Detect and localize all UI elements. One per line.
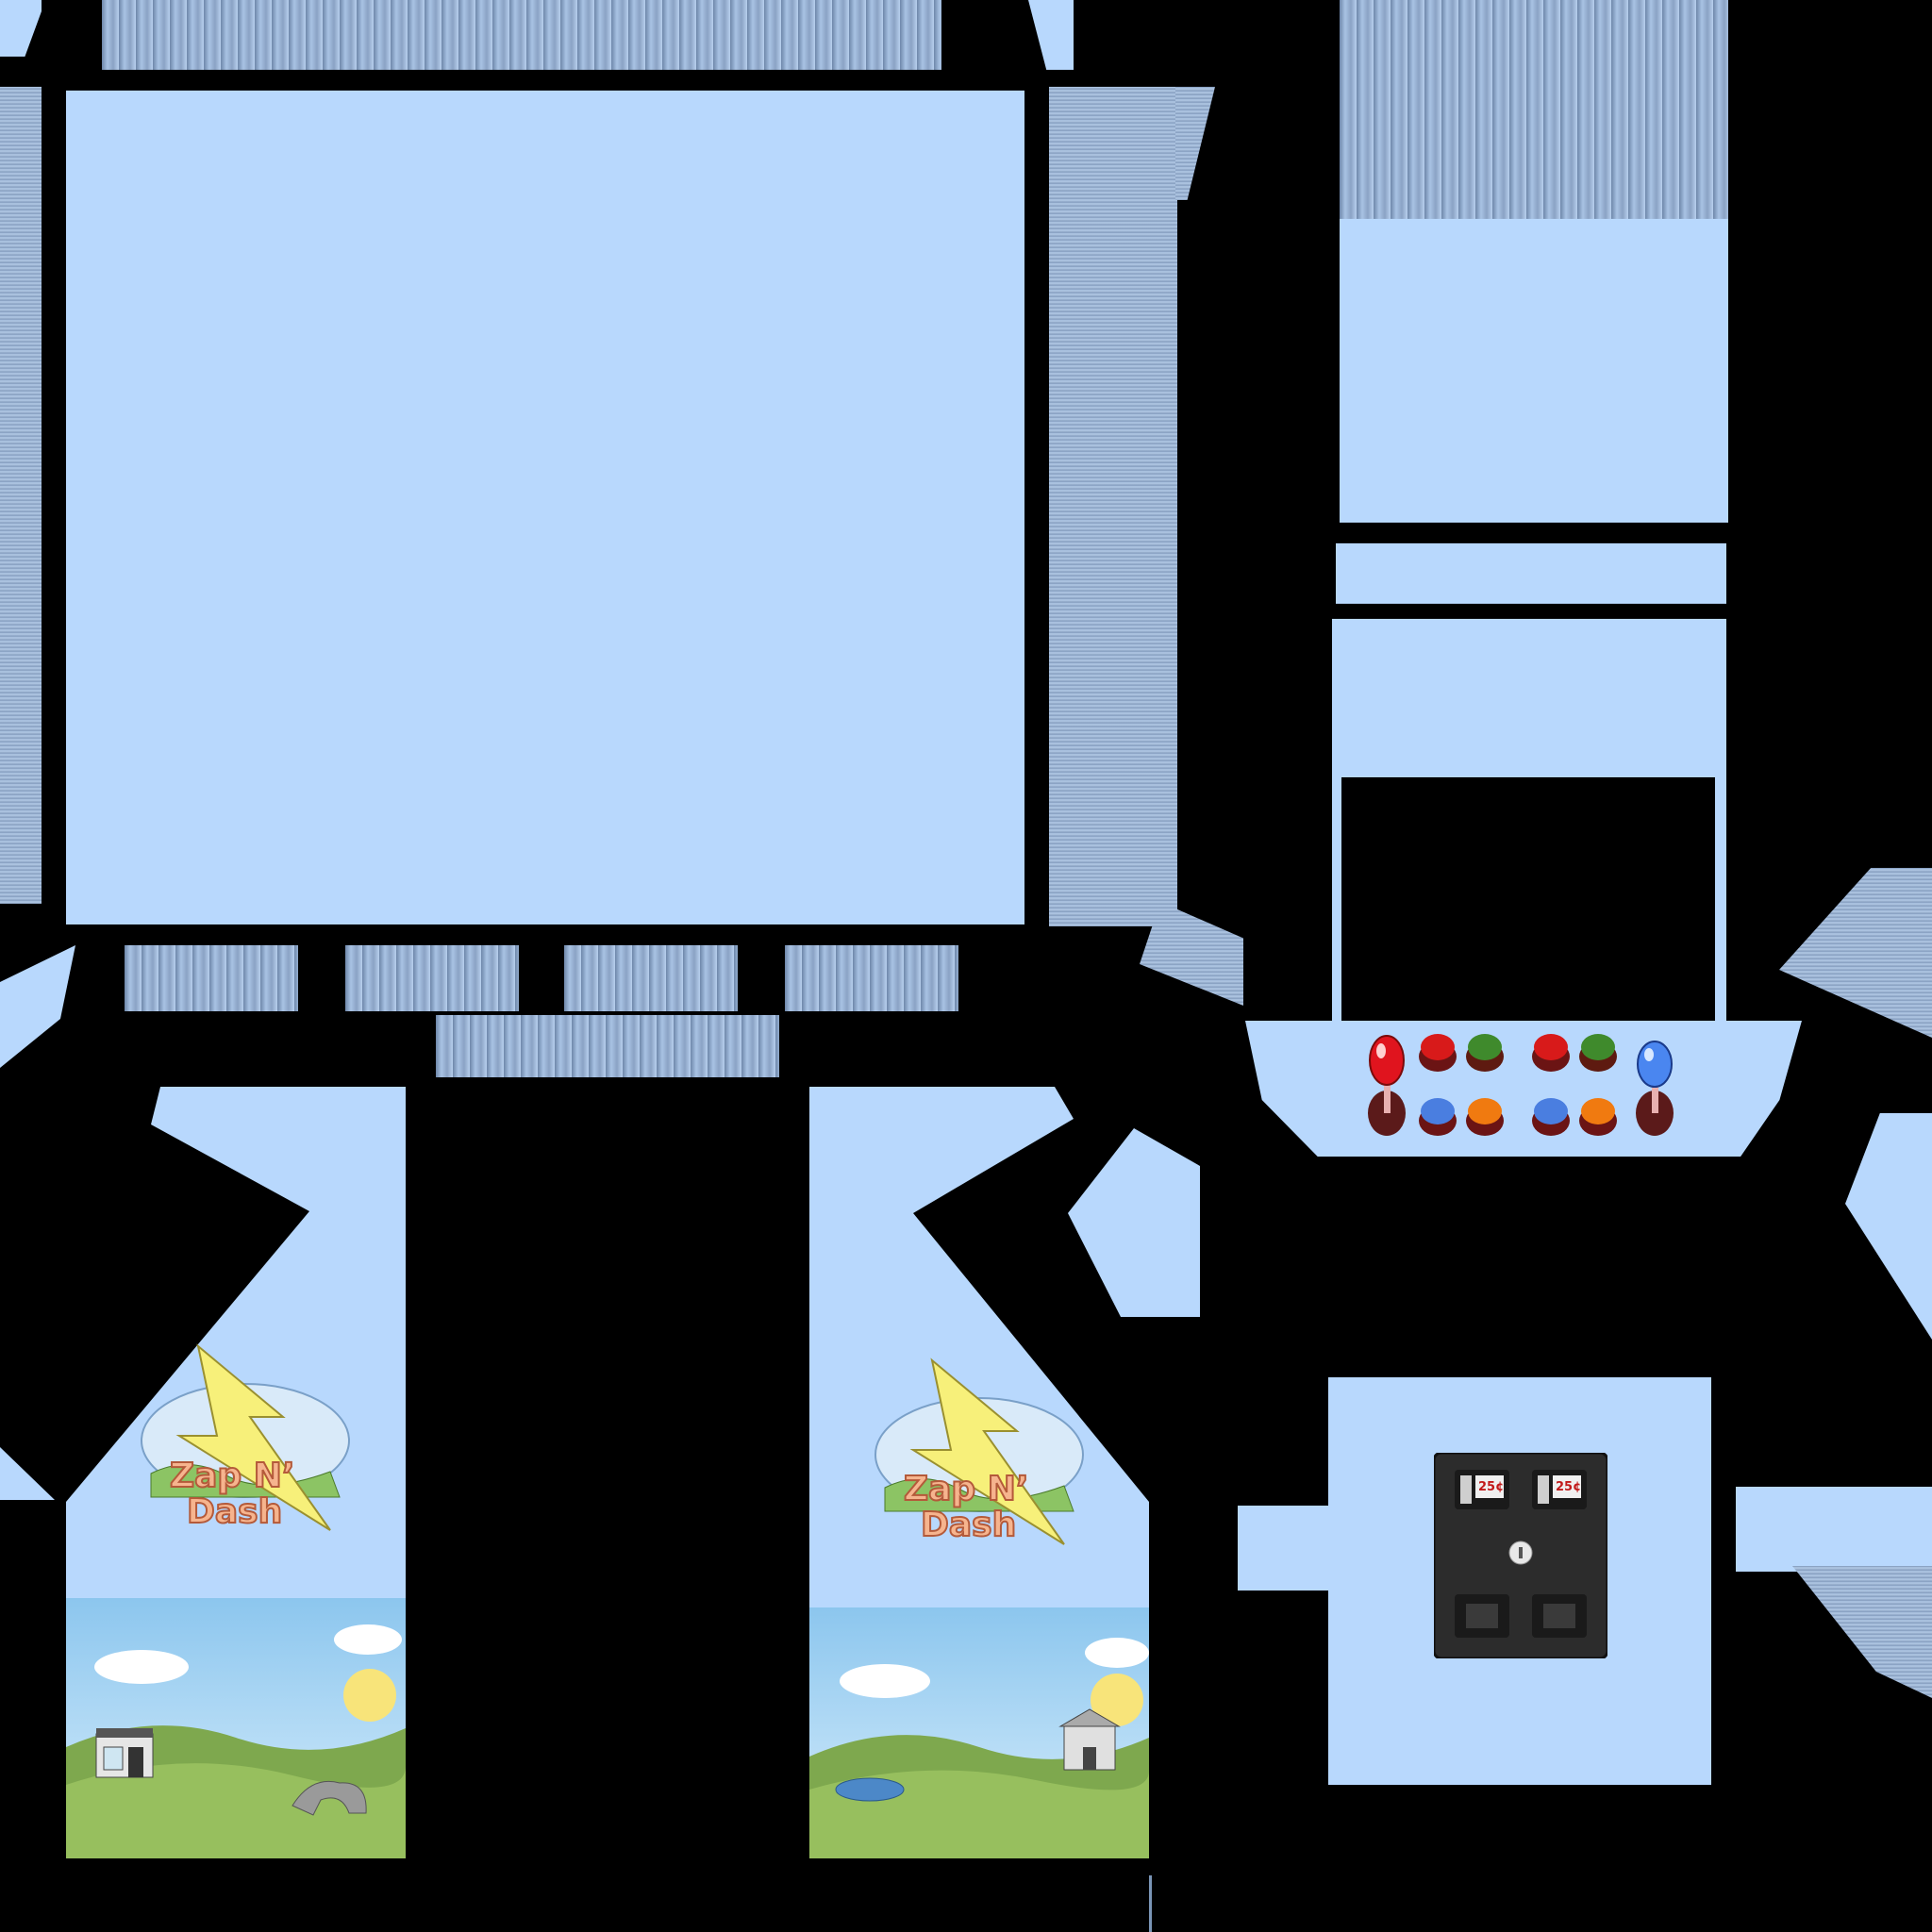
- right-joystick-icon: [1636, 1041, 1674, 1136]
- coin-price-left: 25¢: [1478, 1480, 1504, 1494]
- top-corner-right: [1028, 0, 1074, 70]
- screen-frame-right: [1715, 777, 1726, 1023]
- upper-panel: [1332, 619, 1726, 777]
- bottom-block-1: [125, 945, 298, 1011]
- logo-line1: Zap N’: [170, 1457, 295, 1495]
- coin-price-right: 25¢: [1556, 1480, 1581, 1494]
- top-stripe-1: [102, 0, 941, 70]
- right-lower-curve: [1792, 1566, 1932, 1698]
- screen-bezel-panel: [66, 91, 1024, 924]
- screen-right-strip: [1049, 87, 1177, 926]
- bottom-block-4: [785, 945, 958, 1011]
- bottom-block-2: [345, 945, 519, 1011]
- bottom-block-5: [436, 1015, 779, 1077]
- shop-building-icon: [95, 1728, 154, 1778]
- marquee-top-stripes: [1340, 0, 1728, 219]
- left-joystick-icon: [1368, 1035, 1406, 1136]
- top-corner-left: [0, 0, 42, 57]
- logo-right-line2: Dash: [921, 1506, 1016, 1544]
- side-art-left: Zap N’ Dash: [66, 1087, 406, 1858]
- logo-right-line1: Zap N’: [904, 1470, 1029, 1508]
- button-blue-1-icon: [1419, 1098, 1457, 1136]
- control-panel-controls: [1358, 1015, 1679, 1157]
- bottom-block-3: [564, 945, 738, 1011]
- right-curve-top: [1779, 868, 1932, 1038]
- bottom-left-wedge: [0, 945, 75, 1068]
- screen-right-curve: [1175, 87, 1215, 200]
- right-lower-strip: [1736, 1487, 1932, 1572]
- marquee-panel: [1340, 219, 1728, 523]
- button-orange-2-icon: [1579, 1098, 1617, 1136]
- button-orange-1-icon: [1466, 1098, 1504, 1136]
- left-side-strip: [0, 87, 42, 904]
- logo-line2: Dash: [187, 1492, 282, 1531]
- button-green-2-icon: [1579, 1034, 1617, 1072]
- button-green-1-icon: [1466, 1034, 1504, 1072]
- button-red-1-icon: [1419, 1034, 1457, 1072]
- screen-frame-left: [1332, 777, 1341, 1023]
- side-art-right: Zap N’ Dash: [809, 1087, 1149, 1858]
- left-edge-tab: [0, 1447, 55, 1500]
- left-wedge-top: [1140, 902, 1243, 1006]
- coin-door: 25¢ 25¢: [1434, 1453, 1607, 1658]
- left-lower-strip: [1238, 1506, 1332, 1591]
- pond-icon: [835, 1777, 905, 1802]
- speaker-strip: [1336, 543, 1726, 604]
- button-blue-2-icon: [1532, 1098, 1570, 1136]
- bottom-thin-line: [1149, 1875, 1152, 1932]
- button-red-2-icon: [1532, 1034, 1570, 1072]
- right-curve-piece: [1845, 1113, 1932, 1340]
